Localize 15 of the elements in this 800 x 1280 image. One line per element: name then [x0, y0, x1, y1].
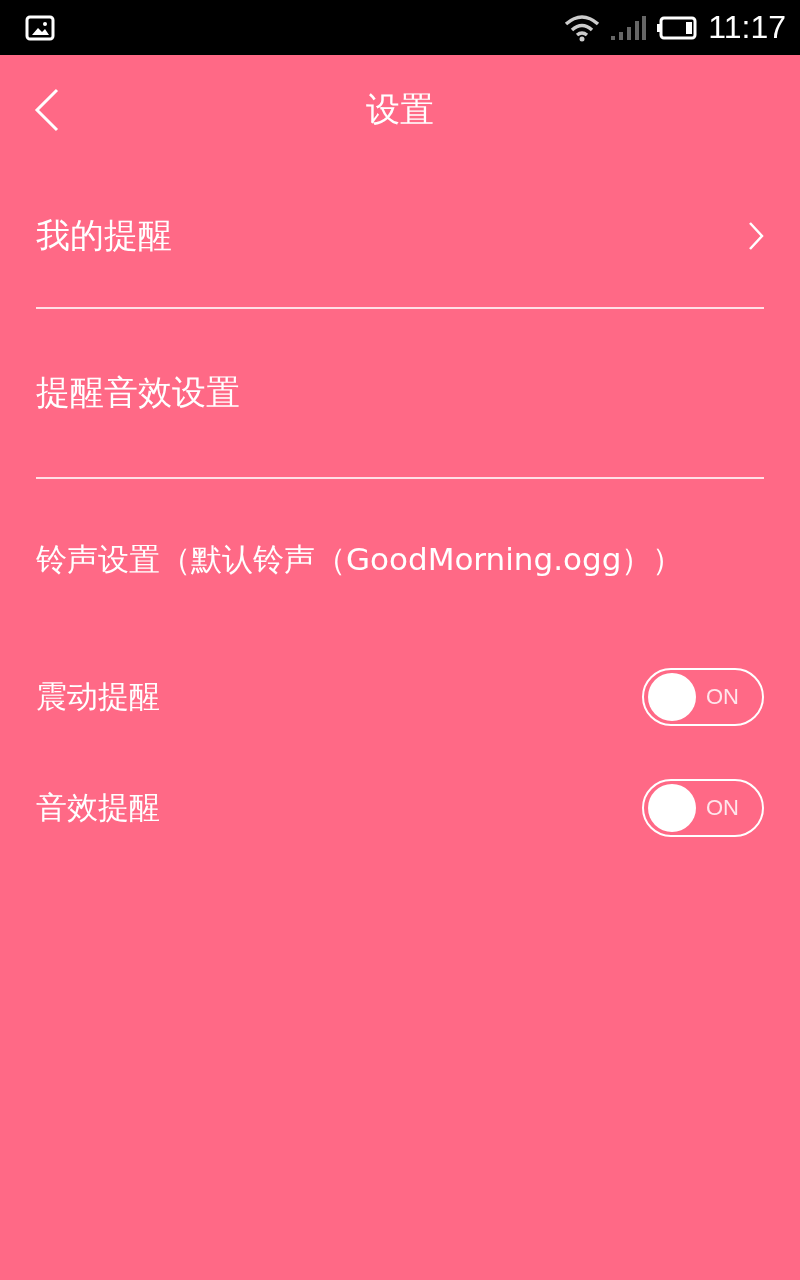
setting-label: 音效提醒	[36, 787, 160, 827]
back-icon[interactable]	[34, 88, 60, 132]
chevron-right-icon	[748, 221, 764, 251]
toggle-switch[interactable]: ON	[642, 667, 764, 726]
image-icon	[25, 14, 55, 41]
signal-icon	[610, 14, 647, 41]
section-heading: 提醒音效设置	[36, 371, 241, 414]
battery-icon	[656, 15, 699, 40]
page-title: 设置	[366, 88, 434, 131]
setting-item[interactable]: 铃声设置（默认铃声（GoodMorning.ogg））	[36, 479, 764, 641]
menu-item[interactable]: 我的提醒	[36, 165, 764, 307]
setting-label: 震动提醒	[36, 676, 160, 716]
toggle-switch[interactable]: ON	[642, 778, 764, 837]
status-time: 11:17	[708, 9, 786, 46]
wifi-icon	[564, 13, 601, 42]
